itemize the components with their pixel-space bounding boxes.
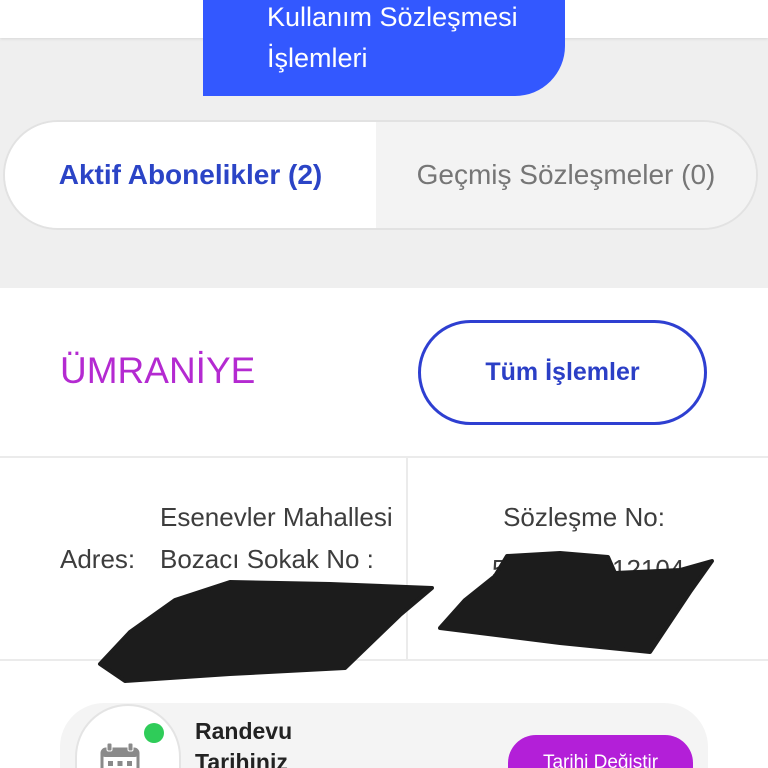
district-name: ÜMRANİYE <box>60 350 256 391</box>
all-actions-button[interactable]: Tüm İşlemler <box>418 320 707 425</box>
tab-label-active-subscriptions: Aktif Abonelikler (2) <box>58 159 323 190</box>
tab-label-past-contracts: Geçmiş Sözleşmeler (0) <box>416 159 716 190</box>
tab-past-contracts[interactable]: Geçmiş Sözleşmeler (0) <box>376 122 756 228</box>
contract-number-fragment: 12104 <box>612 554 685 584</box>
page-title-line-2: İşlemleri <box>267 43 368 73</box>
calendar-icon <box>100 743 140 768</box>
divider <box>0 659 768 661</box>
address-line: Bozacı Sokak No : <box>160 544 374 574</box>
page-title-banner: Kullanım Sözleşmesi İşlemleri <box>203 0 565 96</box>
column-divider <box>406 458 408 659</box>
contract-number-label: Sözleşme No: <box>503 502 665 532</box>
subscription-tabs: Aktif Abonelikler (2) Geçmiş Sözleşmeler… <box>3 120 758 230</box>
page-title-line-1: Kullanım Sözleşmesi <box>267 2 518 32</box>
status-indicator-dot <box>144 723 164 743</box>
all-actions-label: Tüm İşlemler <box>485 358 640 386</box>
subscription-card: ÜMRANİYE Tüm İşlemler Adres: Esenevler M… <box>0 288 768 768</box>
tab-active-subscriptions[interactable]: Aktif Abonelikler (2) <box>5 122 376 228</box>
address-label: Adres: <box>60 544 136 574</box>
appointment-date-label: Randevu Tarihiniz <box>195 718 293 768</box>
address-value: Esenevler Mahallesi Bozacı Sokak No : <box>160 496 404 580</box>
divider <box>0 456 768 458</box>
address-line: Esenevler Mahallesi <box>160 502 393 532</box>
contract-number-fragment: 5 <box>492 554 507 584</box>
change-date-button[interactable]: Tarihi Değiştir <box>508 735 693 768</box>
